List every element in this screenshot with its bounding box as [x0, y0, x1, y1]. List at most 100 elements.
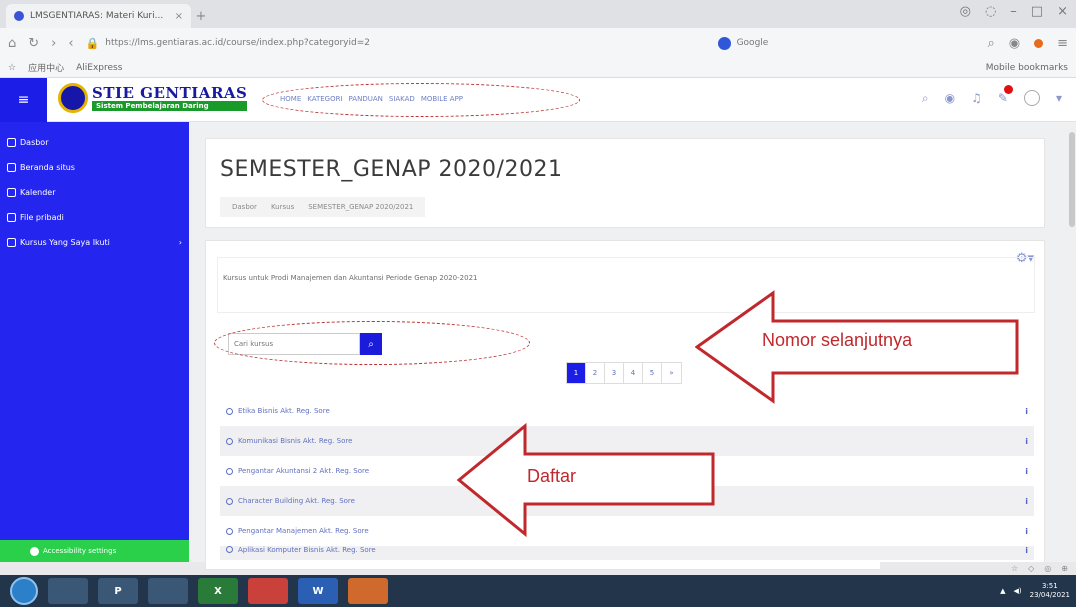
language-icon[interactable]: ◉ [945, 91, 955, 105]
breadcrumb: Dasbor Kursus SEMESTER_GENAP 2020/2021 [220, 197, 426, 217]
extension-icon[interactable]: ◌ [985, 4, 996, 19]
messages-icon[interactable]: ✎ [998, 85, 1013, 105]
info-icon[interactable]: i [1025, 527, 1028, 536]
search-engine-field[interactable]: Google [717, 36, 908, 50]
browser-status-strip: ☆ ◇ ◎ ⊕ [880, 562, 1076, 575]
course-link[interactable]: Pengantar Akuntansi 2 Akt. Reg. Sore [238, 467, 369, 475]
clock-time: 3:51 [1041, 582, 1058, 590]
chevron-right-icon: › [178, 238, 182, 247]
page-link[interactable]: 1 [567, 363, 586, 383]
close-icon[interactable]: × [1057, 4, 1068, 19]
course-link[interactable]: Pengantar Manajemen Akt. Reg. Sore [238, 527, 369, 535]
next-page-link[interactable]: » [662, 363, 681, 383]
volume-icon[interactable]: ◀) [1014, 587, 1022, 595]
sidebar-item-beranda[interactable]: Beranda situs [0, 155, 189, 180]
sidebar-item-label: Beranda situs [20, 163, 75, 172]
scrollbar-thumb[interactable] [1069, 132, 1075, 227]
menu-icon[interactable]: ≡ [1057, 36, 1068, 51]
back-icon[interactable]: ‹ [68, 36, 73, 51]
hamburger-menu-icon[interactable]: ≡ [0, 78, 47, 122]
sidebar-item-label: Kalender [20, 188, 56, 197]
site-favicon-icon [14, 11, 24, 21]
refresh-icon[interactable]: ↻ [28, 36, 39, 51]
annotation-label-next: Nomor selanjutnya [762, 330, 913, 350]
search-engine-label: Google [736, 38, 769, 48]
window-controls: ◎ ◌ – □ × [960, 4, 1068, 19]
user-menu-chevron-icon[interactable]: ▾ [1056, 91, 1062, 105]
apps-icon[interactable]: ◉ [1009, 36, 1020, 51]
bookmark-item[interactable]: 应用中心 [28, 61, 64, 74]
course-link[interactable]: Character Building Akt. Reg. Sore [238, 497, 355, 505]
avatar[interactable] [1023, 90, 1040, 106]
course-icon [226, 407, 233, 415]
windows-taskbar: P X W ▲ ◀) 3:51 23/04/2021 [0, 575, 1076, 607]
annotation-ellipse-search [214, 321, 530, 365]
taskbar-app-folder[interactable] [148, 578, 188, 604]
zoom-icon[interactable]: ⊕ [1061, 564, 1068, 573]
forward-icon[interactable]: › [51, 36, 56, 51]
lock-icon: 🔒 [85, 36, 100, 50]
page-link[interactable]: 4 [624, 363, 643, 383]
clock[interactable]: 3:51 23/04/2021 [1030, 582, 1070, 600]
sidebar-item-file-pribadi[interactable]: File pribadi [0, 205, 189, 230]
notification-bell-icon[interactable]: ♫ [971, 91, 982, 105]
info-icon[interactable]: i [1025, 467, 1028, 476]
course-link[interactable]: Aplikasi Komputer Bisnis Akt. Reg. Sore [238, 546, 376, 554]
info-icon[interactable]: i [1025, 407, 1028, 416]
star-icon[interactable]: ☆ [8, 63, 16, 73]
page-link[interactable]: 2 [586, 363, 605, 383]
breadcrumb-item[interactable]: SEMESTER_GENAP 2020/2021 [308, 203, 413, 211]
maximize-icon[interactable]: □ [1031, 4, 1043, 19]
bookmark-item[interactable]: AliExpress [76, 63, 122, 73]
taskbar-app-explorer[interactable] [48, 578, 88, 604]
accessibility-settings-button[interactable]: Accessibility settings [0, 540, 189, 562]
network-icon[interactable]: ▲ [1000, 587, 1005, 595]
taskbar-app-publisher[interactable]: P [98, 578, 138, 604]
extension-orange-icon[interactable] [1034, 38, 1044, 48]
tab-close-icon[interactable]: × [175, 11, 183, 22]
breadcrumb-item[interactable]: Dasbor [232, 203, 257, 211]
new-tab-button[interactable]: + [191, 4, 211, 28]
page-scrollbar[interactable] [1068, 122, 1076, 562]
accessibility-label: Accessibility settings [43, 547, 117, 555]
sidebar-item-dasbor[interactable]: Dasbor [0, 130, 189, 155]
home-icon[interactable]: ⌂ [8, 36, 16, 51]
tab-title: LMSGENTIARAS: Materi Kuri... [30, 11, 164, 21]
taskbar-app-presentation[interactable] [348, 578, 388, 604]
page-link[interactable]: 5 [643, 363, 662, 383]
search-icon[interactable]: ⌕ [987, 36, 994, 51]
taskbar-app-browser[interactable] [248, 578, 288, 604]
course-icon [226, 527, 233, 535]
url-field[interactable]: 🔒 https://lms.gentiaras.ac.id/course/ind… [86, 33, 706, 53]
course-link[interactable]: Komunikasi Bisnis Akt. Reg. Sore [238, 437, 352, 445]
course-icon [226, 497, 233, 505]
site-logo[interactable]: STIE GENTIARAS Sistem Pembelajaran Darin… [58, 83, 248, 113]
page-link[interactable]: 3 [605, 363, 624, 383]
course-icon [226, 467, 233, 475]
sidebar-item-label: Dasbor [20, 138, 49, 147]
browser-tab[interactable]: LMSGENTIARAS: Materi Kuri... × [6, 4, 191, 28]
course-link[interactable]: Etika Bisnis Akt. Reg. Sore [238, 407, 330, 415]
info-icon[interactable]: i [1025, 546, 1028, 555]
logo-emblem-icon [58, 83, 88, 113]
calendar-icon [7, 188, 16, 197]
taskbar-app-excel[interactable]: X [198, 578, 238, 604]
sidebar-item-kursus[interactable]: Kursus Yang Saya Ikuti › [0, 230, 189, 255]
start-button[interactable] [10, 577, 38, 605]
info-icon[interactable]: i [1025, 437, 1028, 446]
mobile-bookmarks[interactable]: Mobile bookmarks [986, 63, 1068, 73]
sidebar-item-kalender[interactable]: Kalender [0, 180, 189, 205]
shield-icon[interactable]: ◎ [960, 4, 971, 19]
minimize-icon[interactable]: – [1010, 4, 1017, 19]
taskbar-app-word[interactable]: W [298, 578, 338, 604]
info-icon[interactable]: i [1025, 497, 1028, 506]
status-icon: ☆ [1010, 564, 1019, 573]
address-bar: ⌂ ↻ › ‹ 🔒 https://lms.gentiaras.ac.id/co… [0, 28, 1076, 58]
logo-title: STIE GENTIARAS [92, 84, 248, 102]
search-icon[interactable]: ⌕ [922, 91, 929, 106]
dashboard-icon [7, 138, 16, 147]
breadcrumb-item[interactable]: Kursus [271, 203, 294, 211]
page-header: SEMESTER_GENAP 2020/2021 Dasbor Kursus S… [205, 138, 1045, 228]
page-title: SEMESTER_GENAP 2020/2021 [220, 157, 563, 182]
file-icon [7, 213, 16, 222]
